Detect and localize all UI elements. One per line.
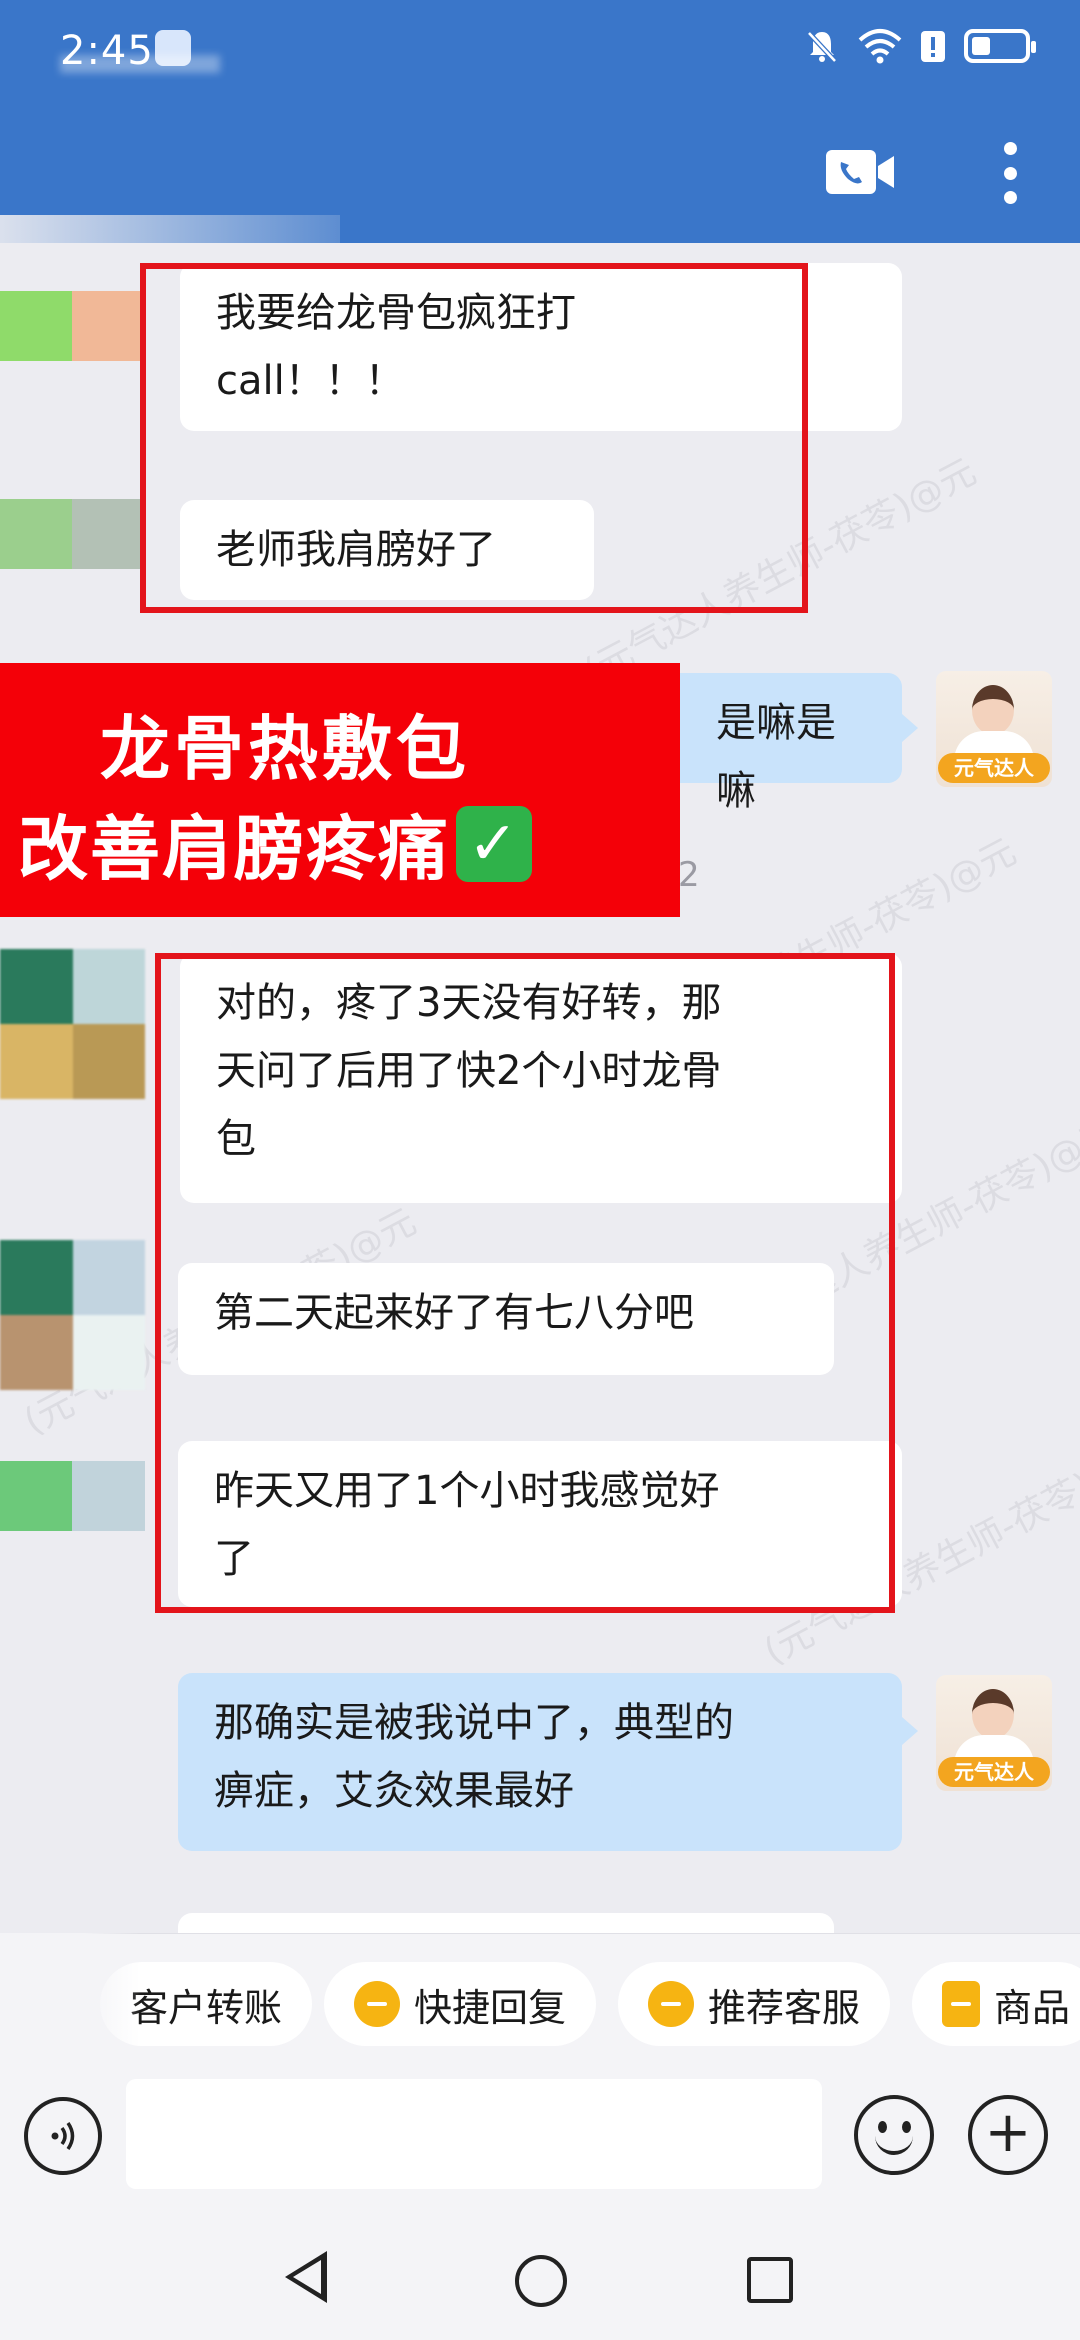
message-bubble: 那确实是被我说中了，典型的 痹症，艾灸效果最好 xyxy=(178,1673,902,1851)
chat-area[interactable]: (元气达人养生师-茯苓)@元 (元气达人养生师-茯苓)@元 (元气达人养生师-茯… xyxy=(0,243,1080,1933)
avatar-spacer xyxy=(0,343,145,413)
agent-avatar[interactable]: 元气达人 xyxy=(936,1675,1052,1791)
home-icon[interactable] xyxy=(515,2255,567,2307)
highlight-box xyxy=(140,263,808,613)
promo-banner: 龙骨热敷包 改善肩膀疼痛 ✓ xyxy=(0,663,680,917)
mute-bell-icon xyxy=(807,31,837,63)
chip-label: 快捷回复 xyxy=(414,1985,567,2030)
battery-icon xyxy=(964,29,1036,63)
promo-subtitle: 改善肩膀疼痛 ✓ xyxy=(18,793,532,894)
voice-wave-icon xyxy=(51,2122,75,2150)
message-text: 那确实是被我说中了，典型的 xyxy=(214,1700,734,1746)
status-blur xyxy=(60,55,220,73)
wifi-icon xyxy=(858,29,902,64)
status-icons xyxy=(804,28,1036,64)
agent-tag: 元气达人 xyxy=(938,753,1050,783)
avatar[interactable] xyxy=(0,1461,145,1531)
highlight-box xyxy=(155,953,895,1613)
bubble-tail xyxy=(902,714,918,742)
agent-avatar[interactable]: 元气达人 xyxy=(936,671,1052,787)
bubble-tail xyxy=(902,1717,918,1745)
chip-quick-reply[interactable]: 快捷回复 xyxy=(324,1962,597,2046)
message-input[interactable] xyxy=(126,2079,822,2189)
avatar[interactable] xyxy=(0,499,145,569)
chat-bubble-icon xyxy=(648,1981,694,2027)
message-text: 是嘛是嘛 xyxy=(716,700,836,814)
product-icon xyxy=(942,1981,980,2027)
chip-label: 客户转账 xyxy=(130,1985,283,2030)
message-text: 痹症，艾灸效果最好 xyxy=(214,1768,574,1814)
input-bar: + xyxy=(0,2059,1080,2223)
video-call-icon[interactable] xyxy=(826,148,896,196)
timestamp-fragment: 2 xyxy=(678,855,700,895)
add-icon[interactable]: + xyxy=(968,2095,1048,2175)
quick-reply-icon xyxy=(354,1981,400,2027)
quick-actions-bar: 客户转账 快捷回复 推荐客服 商品 xyxy=(0,1933,1080,2059)
promo-subtitle-text: 改善肩膀疼痛 xyxy=(18,808,450,890)
voice-input-icon[interactable] xyxy=(24,2097,102,2175)
chip-product[interactable]: 商品 xyxy=(912,1962,1080,2046)
chip-recommend-service[interactable]: 推荐客服 xyxy=(618,1962,891,2046)
avatar[interactable] xyxy=(0,949,145,1099)
chip-label: 商品 xyxy=(994,1985,1071,2030)
check-mark-icon: ✓ xyxy=(456,805,532,882)
agent-tag: 元气达人 xyxy=(938,1757,1050,1787)
back-icon[interactable] xyxy=(285,2251,327,2303)
more-vert-icon[interactable] xyxy=(1000,142,1020,204)
chips-fade xyxy=(0,1933,140,2059)
emoji-icon[interactable] xyxy=(854,2095,934,2175)
message-bubble-partial xyxy=(178,1913,834,1933)
system-nav-bar xyxy=(0,2223,1080,2340)
chip-label: 推荐客服 xyxy=(708,1985,861,2030)
header-fade xyxy=(0,215,340,245)
avatar[interactable] xyxy=(0,1240,145,1390)
promo-title: 龙骨热敷包 xyxy=(100,708,470,790)
top-app-bar: 2:45 xyxy=(0,0,1080,243)
recent-apps-icon[interactable] xyxy=(747,2257,793,2303)
alert-icon xyxy=(921,31,945,62)
